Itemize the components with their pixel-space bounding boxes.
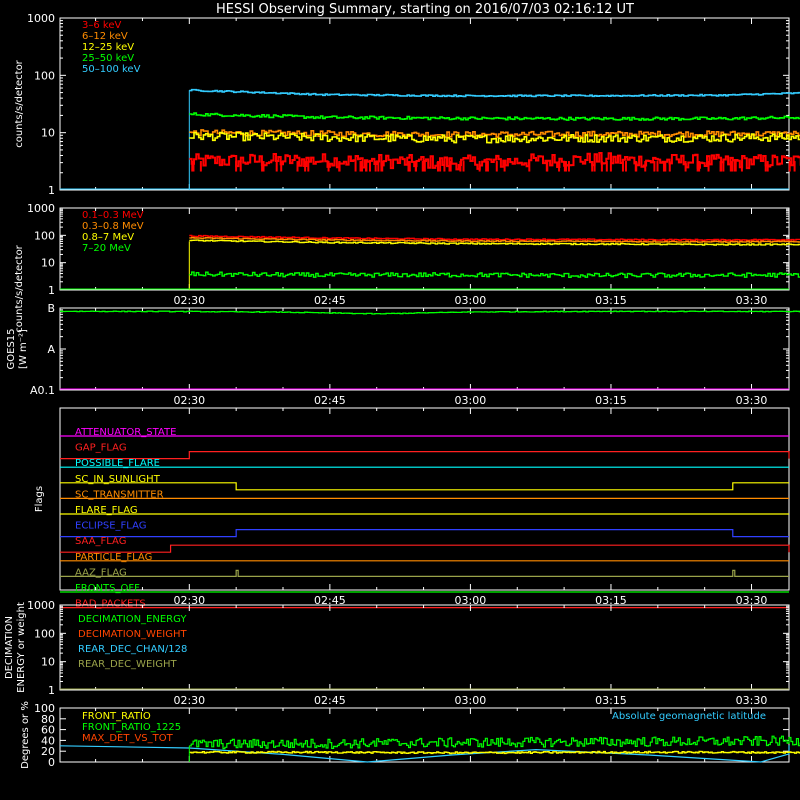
panel5-ylabel2: ENERGY or weight bbox=[16, 602, 27, 693]
panel2-xtick-label: 03:00 bbox=[455, 294, 487, 307]
panel2-xtick-label: 03:30 bbox=[736, 294, 768, 307]
panel2-ytick-label: 10 bbox=[41, 257, 55, 270]
panel2-xtick-label: 02:30 bbox=[173, 294, 205, 307]
panel5-ytick-label: 100 bbox=[34, 627, 55, 640]
panel6-annotation: Absolute geomagnetic latitude bbox=[612, 711, 766, 722]
panel2-ytick-label: 1000 bbox=[27, 202, 55, 215]
flag-label: FLARE_FLAG bbox=[75, 505, 138, 516]
flag-label: AAZ_FLAG bbox=[75, 567, 127, 578]
panel2-ytick-label: 1 bbox=[48, 284, 55, 297]
legend-entry: 0.3–0.8 MeV bbox=[82, 221, 144, 232]
legend-entry: DECIMATION_ENERGY bbox=[78, 614, 187, 625]
legend-entry: 0.1–0.3 MeV bbox=[82, 210, 144, 221]
panel1-ytick-label: 100 bbox=[34, 69, 55, 82]
legend-entry: 3–6 keV bbox=[82, 20, 121, 31]
legend-entry: 50–100 keV bbox=[82, 64, 141, 75]
flags-ylabel: Flags bbox=[34, 486, 45, 512]
panel3-goes-line bbox=[60, 310, 800, 315]
legend-entry: DECIMATION_WEIGHT bbox=[78, 629, 187, 640]
panel3-ytick-label: A0.1 bbox=[30, 384, 55, 397]
flag-label: PARTICLE_FLAG bbox=[75, 552, 152, 563]
panel5-xtick-label: 02:45 bbox=[314, 694, 346, 707]
flag-label: SC_TRANSMITTER bbox=[75, 489, 164, 500]
panel6-front-ratio-line bbox=[189, 750, 800, 755]
panel3-ytick-label: A bbox=[47, 343, 55, 356]
legend-entry: REAR_DEC_WEIGHT bbox=[78, 659, 177, 670]
panel5-xtick-label: 03:00 bbox=[455, 694, 487, 707]
panel5-ytick-label: 10 bbox=[41, 656, 55, 669]
panel2-xtick-label: 02:45 bbox=[314, 294, 346, 307]
legend-entry: 7–20 MeV bbox=[82, 243, 131, 254]
panel5-xtick-label: 03:15 bbox=[595, 694, 627, 707]
panel6-ytick-label: 100 bbox=[34, 702, 55, 715]
panel5-ylabel: DECIMATION bbox=[4, 616, 15, 679]
panel3-ylabel: GOES15 bbox=[6, 328, 17, 369]
panel5-xtick-label: 02:30 bbox=[173, 694, 205, 707]
flag-line bbox=[60, 544, 790, 553]
panel1-ytick-label: 1 bbox=[48, 184, 55, 197]
panel2-series-line bbox=[189, 271, 800, 279]
figure-title: HESSI Observing Summary, starting on 201… bbox=[216, 2, 634, 17]
flag-label: SAA_FLAG bbox=[75, 536, 126, 547]
panel3-xtick-label: 03:30 bbox=[736, 394, 768, 407]
panel5-ytick-label: 1000 bbox=[27, 599, 55, 612]
legend-entry: MAX_DET_VS_TOT bbox=[82, 733, 174, 744]
summary-plot: HESSI Observing Summary, starting on 201… bbox=[4, 2, 800, 769]
legend-entry: FRONT_RATIO_1225 bbox=[82, 722, 181, 733]
flag-label: GAP_FLAG bbox=[75, 443, 127, 454]
flag-label: FRONTS_OFF bbox=[75, 583, 140, 594]
legend-entry: 25–50 keV bbox=[82, 53, 134, 64]
panel3-xtick-label: 02:30 bbox=[173, 394, 205, 407]
flag-label: ECLIPSE_FLAG bbox=[75, 521, 146, 532]
panel2-ytick-label: 100 bbox=[34, 229, 55, 242]
panel1-series-line bbox=[189, 112, 800, 121]
flag-label: POSSIBLE_FLARE bbox=[75, 458, 160, 469]
panel5-ytick-label: 1 bbox=[48, 684, 55, 697]
flag-label: SC_IN_SUNLIGHT bbox=[75, 474, 161, 485]
panel6-ylabel: Degrees or % bbox=[20, 701, 31, 769]
panel3-xtick-label: 03:00 bbox=[455, 394, 487, 407]
panel2-frame bbox=[59, 207, 790, 291]
flag-line bbox=[60, 451, 790, 460]
flag-line bbox=[60, 482, 789, 491]
panel3-frame bbox=[59, 307, 790, 391]
panel1-series-line bbox=[189, 88, 800, 98]
flag-label: ATTENUATOR_STATE bbox=[75, 427, 176, 438]
panel1-ytick-label: 10 bbox=[41, 127, 55, 140]
flag-line bbox=[60, 529, 789, 538]
flag-line bbox=[60, 569, 789, 577]
panel3-xtick-label: 03:15 bbox=[595, 394, 627, 407]
legend-entry: REAR_DEC_CHAN/128 bbox=[78, 644, 187, 655]
flag-label: BAD_PACKETS bbox=[75, 599, 146, 610]
legend-entry: 6–12 keV bbox=[82, 31, 128, 42]
panel6-front-ratio-1225-line bbox=[189, 735, 800, 750]
panel3-ytick-label: B bbox=[47, 302, 55, 315]
panel3-ylabel-units: [W m⁻²] bbox=[18, 329, 29, 369]
panel5-xtick-label: 03:30 bbox=[736, 694, 768, 707]
panel1-ylabel: counts/s/detector bbox=[14, 59, 25, 147]
panel1-ytick-label: 1000 bbox=[27, 12, 55, 25]
panel2-xtick-label: 03:15 bbox=[595, 294, 627, 307]
legend-entry: 0.8–7 MeV bbox=[82, 232, 134, 243]
legend-entry: 12–25 keV bbox=[82, 42, 134, 53]
panel2-ylabel: counts/s/detector bbox=[14, 244, 25, 332]
panel3-xtick-label: 02:45 bbox=[314, 394, 346, 407]
legend-entry: FRONT_RATIO bbox=[82, 711, 151, 722]
